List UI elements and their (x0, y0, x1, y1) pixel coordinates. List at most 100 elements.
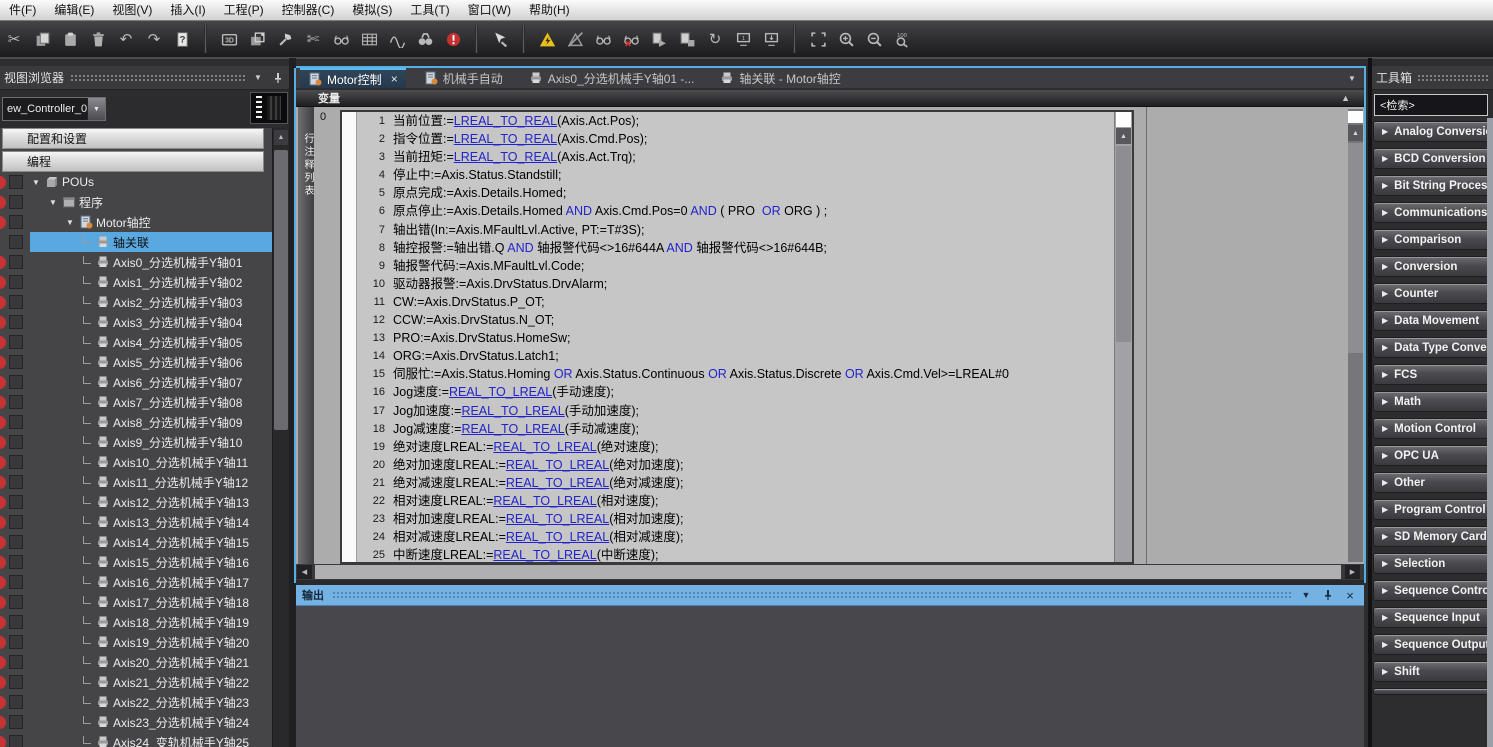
tree-item[interactable]: Axis15_分选机械手Y轴16 (0, 552, 272, 572)
monitor-button[interactable] (590, 26, 616, 52)
status-checkbox[interactable] (9, 615, 23, 629)
menu-item-4[interactable]: 插入(I) (161, 0, 214, 20)
code-line[interactable]: 9轴报警代码:=Axis.MFaultLvl.Code; (357, 257, 1114, 275)
scroll-right-icon[interactable]: ▶ (1345, 565, 1360, 579)
close-icon[interactable]: × (391, 72, 398, 86)
close-icon[interactable]: × (1342, 587, 1358, 603)
tree-item[interactable]: Axis5_分选机械手Y轴06 (0, 352, 272, 372)
code-line[interactable]: 18Jog减速度:=REAL_TO_LREAL(手动减速度); (357, 420, 1114, 438)
editor-scrollbar[interactable]: ▲ (1348, 109, 1363, 562)
pin-icon[interactable] (1320, 587, 1336, 603)
go-offline-button[interactable] (562, 26, 588, 52)
code-line[interactable]: 16Jog速度:=REAL_TO_LREAL(手动速度); (357, 383, 1114, 401)
toolbox-scrollbar[interactable] (1487, 118, 1493, 747)
status-checkbox[interactable] (9, 655, 23, 669)
code-line[interactable]: 4停止中:=Axis.Status.Standstill; (357, 166, 1114, 184)
menu-item-9[interactable]: 窗口(W) (459, 0, 520, 20)
go-online-button[interactable] (534, 26, 560, 52)
paste-button[interactable] (57, 26, 83, 52)
toolbox-category[interactable]: ▶Other (1373, 472, 1493, 493)
code-line[interactable]: 13PRO:=Axis.DrvStatus.HomeSw; (357, 329, 1114, 347)
explorer-scrollbar[interactable]: ▲ (272, 128, 289, 747)
toolbox-category[interactable]: ▶Data Type Conversion (1373, 337, 1493, 358)
expand-up-icon[interactable]: ▲ (1341, 93, 1350, 103)
status-checkbox[interactable] (9, 575, 23, 589)
watch-table-button[interactable] (356, 26, 382, 52)
status-checkbox[interactable] (9, 715, 23, 729)
code-line[interactable]: 21绝对减速度LREAL:=REAL_TO_LREAL(绝对减速度); (357, 474, 1114, 492)
tree-item[interactable]: Axis6_分选机械手Y轴07 (0, 372, 272, 392)
scrollbar-thumb[interactable] (315, 565, 1341, 579)
tree-item[interactable]: Axis11_分选机械手Y轴12 (0, 472, 272, 492)
code-line[interactable]: 22相对速度LREAL:=REAL_TO_LREAL(相对速度); (357, 492, 1114, 510)
tree-item[interactable]: Axis14_分选机械手Y轴15 (0, 532, 272, 552)
status-checkbox[interactable] (9, 675, 23, 689)
editor-horizontal-scrollbar[interactable]: ◀ ▶ (296, 564, 1364, 580)
transfer-from-controller-button[interactable] (758, 26, 784, 52)
zoom-in-button[interactable] (833, 26, 859, 52)
menu-item-10[interactable]: 帮助(H) (520, 0, 579, 20)
toolbox-category[interactable]: ▶Analog Conversion (1373, 121, 1493, 142)
configurations-setup-button[interactable]: 配置和设置 (2, 128, 264, 149)
code-line[interactable]: 17Jog加速度:=REAL_TO_LREAL(手动加速度); (357, 402, 1114, 420)
menu-item-8[interactable]: 工具(T) (401, 0, 458, 20)
code-line[interactable]: 1当前位置:=LREAL_TO_REAL(Axis.Act.Pos); (357, 112, 1114, 130)
tree-item[interactable]: ▼POUs (0, 172, 272, 192)
tree-item[interactable]: Axis10_分选机械手Y轴11 (0, 452, 272, 472)
abort-build-button[interactable]: ✄ (300, 26, 326, 52)
line-comment-list-strip[interactable]: 行注释列表 (298, 107, 314, 564)
toolbox-category[interactable]: ▶Math (1373, 391, 1493, 412)
code-line[interactable]: 24相对减速度LREAL:=REAL_TO_LREAL(相对减速度); (357, 528, 1114, 546)
scrollbar-thumb[interactable] (274, 150, 288, 430)
expander-icon[interactable]: ▼ (30, 178, 42, 187)
error-list-button[interactable] (440, 26, 466, 52)
code-line[interactable]: 2指令位置:=LREAL_TO_REAL(Axis.Cmd.Pos); (357, 130, 1114, 148)
toolbox-category[interactable]: ▶SD Memory Card (1373, 526, 1493, 547)
code-line[interactable]: 3当前扭矩:=LREAL_TO_REAL(Axis.Act.Trq); (357, 148, 1114, 166)
search-button[interactable] (412, 26, 438, 52)
status-checkbox[interactable] (9, 295, 23, 309)
tree-item[interactable]: Axis19_分选机械手Y轴20 (0, 632, 272, 652)
status-checkbox[interactable] (9, 435, 23, 449)
status-checkbox[interactable] (9, 175, 23, 189)
status-checkbox[interactable] (9, 255, 23, 269)
tab-4[interactable]: 轴关联 - Motor轴控 (712, 68, 848, 88)
toolbox-category[interactable]: ▶Shift (1373, 661, 1493, 682)
tree-item[interactable]: Axis24_变轨机械手Y轴25 (0, 732, 272, 747)
tree-item[interactable]: Axis21_分选机械手Y轴22 (0, 672, 272, 692)
status-checkbox[interactable] (9, 315, 23, 329)
expander-icon[interactable]: ▼ (64, 218, 76, 227)
code-line[interactable]: 7轴出错(In:=Axis.MFaultLvl.Active, PT:=T#3S… (357, 221, 1114, 239)
tree-item[interactable]: Axis1_分选机械手Y轴02 (0, 272, 272, 292)
scroll-up-icon[interactable]: ▲ (1348, 125, 1363, 141)
menu-item-6[interactable]: 控制器(C) (273, 0, 344, 20)
status-checkbox[interactable] (9, 195, 23, 209)
tree-item[interactable]: Axis20_分选机械手Y轴21 (0, 652, 272, 672)
status-checkbox[interactable] (9, 415, 23, 429)
status-checkbox[interactable] (9, 595, 23, 609)
code-line[interactable]: 23相对加速度LREAL:=REAL_TO_LREAL(相对加速度); (357, 510, 1114, 528)
zoom-100-button[interactable]: 100 (889, 26, 915, 52)
expander-icon[interactable]: ▼ (47, 198, 59, 207)
code-line[interactable]: 8轴控报警:=轴出错.Q AND 轴报警代码<>16#644A AND 轴报警代… (357, 239, 1114, 257)
code-line[interactable]: 20绝对加速度LREAL:=REAL_TO_LREAL(绝对加速度); (357, 456, 1114, 474)
copy-button[interactable] (29, 26, 55, 52)
tree-item[interactable]: Axis16_分选机械手Y轴17 (0, 572, 272, 592)
window-layout-button[interactable] (244, 26, 270, 52)
program-mode-button[interactable] (674, 26, 700, 52)
code-line[interactable]: 15伺服忙:=Axis.Status.Homing OR Axis.Status… (357, 365, 1114, 383)
output-panel-header[interactable]: 输出 ▼ × (296, 585, 1364, 606)
toolbox-category[interactable]: ▶Motion Control (1373, 418, 1493, 439)
toolbox-category[interactable]: ▶Comparison (1373, 229, 1493, 250)
programming-button[interactable]: 编程 (2, 151, 264, 172)
tab-3[interactable]: Axis0_分选机械手Y轴01 -... (521, 68, 703, 88)
code-line[interactable]: 12CCW:=Axis.DrvStatus.N_OT; (357, 311, 1114, 329)
menu-item-7[interactable]: 模拟(S) (343, 0, 401, 20)
toolbox-category[interactable]: ▶Sequence Output (1373, 634, 1493, 655)
stop-monitor-button[interactable] (618, 26, 644, 52)
tree-item[interactable]: Axis0_分选机械手Y轴01 (0, 252, 272, 272)
build-button[interactable] (272, 26, 298, 52)
menu-item-1[interactable]: 件(F) (0, 0, 45, 20)
status-checkbox[interactable] (9, 235, 23, 249)
data-trace-button[interactable] (384, 26, 410, 52)
